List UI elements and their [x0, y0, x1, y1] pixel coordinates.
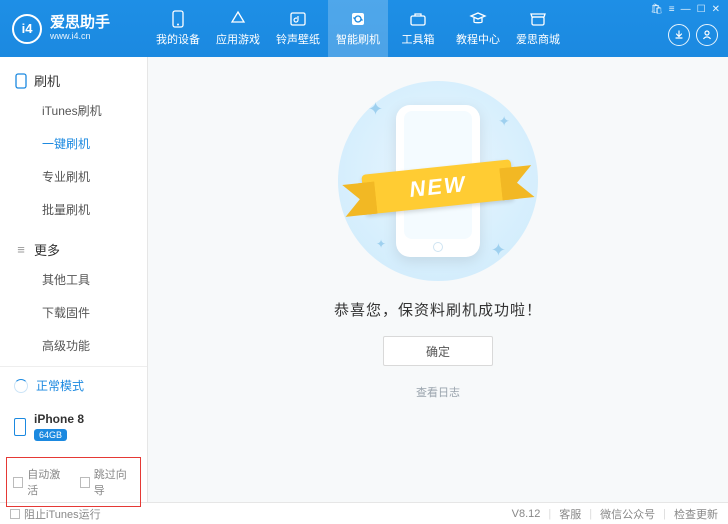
brand: i4 爱思助手 www.i4.cn [0, 0, 148, 57]
minimize-icon[interactable]: — [681, 4, 691, 15]
toolbox-icon [409, 10, 427, 28]
nav-apps[interactable]: 应用游戏 [208, 0, 268, 57]
new-ribbon: NEW [361, 159, 514, 214]
ringtone-icon [289, 10, 307, 28]
sidebar-item-batch-flash[interactable]: 批量刷机 [0, 193, 147, 226]
check-update-link[interactable]: 检查更新 [674, 506, 718, 522]
nav-label: 应用游戏 [216, 31, 260, 47]
wechat-link[interactable]: 微信公众号 [600, 506, 655, 522]
nav-flash[interactable]: 智能刷机 [328, 0, 388, 57]
device-mode[interactable]: 正常模式 [0, 367, 147, 404]
nav-label: 爱思商城 [516, 31, 560, 47]
menu-icon[interactable]: ≡ [669, 4, 675, 15]
close-icon[interactable]: ✕ [712, 4, 720, 15]
nav-label: 教程中心 [456, 31, 500, 47]
ribbon-text: NEW [361, 159, 514, 214]
device-info[interactable]: iPhone 8 64GB [0, 404, 147, 453]
view-log-link[interactable]: 查看日志 [416, 384, 460, 400]
device-icon [169, 10, 187, 28]
success-illustration: ✦ ✦ ✦ ✦ NEW [338, 81, 538, 281]
user-button[interactable] [696, 24, 718, 46]
ok-button[interactable]: 确定 [383, 336, 493, 366]
app-header: 🛍 ≡ — ☐ ✕ i4 爱思助手 www.i4.cn 我的设备 应用游戏 铃声… [0, 0, 728, 57]
sidebar-item-dl-fw[interactable]: 下载固件 [0, 296, 147, 329]
refresh-icon [14, 379, 28, 393]
top-nav: 我的设备 应用游戏 铃声壁纸 智能刷机 工具箱 教程中心 爱思商城 [148, 0, 658, 57]
checkbox-label: 阻止iTunes运行 [24, 506, 101, 522]
sparkle-icon: ✦ [368, 99, 383, 120]
window-controls: 🛍 ≡ — ☐ ✕ [650, 4, 720, 15]
device-mode-label: 正常模式 [36, 377, 84, 394]
checkbox-skip-guide[interactable]: 跳过向导 [80, 466, 135, 498]
sidebar-item-pro-flash[interactable]: 专业刷机 [0, 160, 147, 193]
support-link[interactable]: 客服 [559, 506, 581, 522]
nav-label: 我的设备 [156, 31, 200, 47]
phone-icon [14, 418, 26, 436]
nav-label: 铃声壁纸 [276, 31, 320, 47]
more-icon: ≡ [14, 243, 28, 257]
sidebar-cat-label: 刷机 [34, 71, 60, 90]
store-icon [529, 10, 547, 28]
flash-icon [349, 10, 367, 28]
sidebar-item-itunes-flash[interactable]: iTunes刷机 [0, 94, 147, 127]
nav-tutorial[interactable]: 教程中心 [448, 0, 508, 57]
sidebar-cat-more[interactable]: ≡ 更多 [0, 236, 147, 263]
version-label: V8.12 [512, 508, 541, 520]
nav-toolbox[interactable]: 工具箱 [388, 0, 448, 57]
checkbox-label: 跳过向导 [94, 466, 134, 498]
checkbox-block-itunes[interactable]: 阻止iTunes运行 [10, 506, 101, 522]
sidebar: 刷机 iTunes刷机 一键刷机 专业刷机 批量刷机 ≡ 更多 其他工具 下载固… [0, 57, 148, 502]
brand-logo-icon: i4 [12, 14, 42, 44]
apps-icon [229, 10, 247, 28]
nav-ringtones[interactable]: 铃声壁纸 [268, 0, 328, 57]
download-button[interactable] [668, 24, 690, 46]
checkbox-auto-activate[interactable]: 自动激活 [13, 466, 68, 498]
main-content: ✦ ✦ ✦ ✦ NEW 恭喜您，保资料刷机成功啦！ 确定 查看日志 [148, 57, 728, 502]
nav-label: 智能刷机 [336, 31, 380, 47]
brand-url: www.i4.cn [50, 32, 110, 42]
sidebar-item-advanced[interactable]: 高级功能 [0, 329, 147, 362]
success-message: 恭喜您，保资料刷机成功啦！ [334, 299, 542, 320]
sidebar-item-other-tools[interactable]: 其他工具 [0, 263, 147, 296]
nav-devices[interactable]: 我的设备 [148, 0, 208, 57]
checkbox-label: 自动激活 [27, 466, 67, 498]
sparkle-icon: ✦ [376, 237, 386, 251]
brand-name: 爱思助手 [50, 15, 110, 32]
sidebar-cat-flash[interactable]: 刷机 [0, 67, 147, 94]
post-flash-options: 自动激活 跳过向导 [6, 457, 141, 507]
nav-store[interactable]: 爱思商城 [508, 0, 568, 57]
storage-badge: 64GB [34, 429, 67, 441]
device-name: iPhone 8 [34, 412, 84, 426]
sparkle-icon: ✦ [491, 240, 506, 261]
sidebar-item-onekey-flash[interactable]: 一键刷机 [0, 127, 147, 160]
maximize-icon[interactable]: ☐ [697, 4, 706, 15]
tutorial-icon [469, 10, 487, 28]
nav-label: 工具箱 [402, 31, 435, 47]
sidebar-cat-label: 更多 [34, 240, 60, 259]
sparkle-icon: ✦ [498, 113, 510, 130]
cart-icon[interactable]: 🛍 [650, 4, 663, 15]
phone-icon [14, 74, 28, 88]
